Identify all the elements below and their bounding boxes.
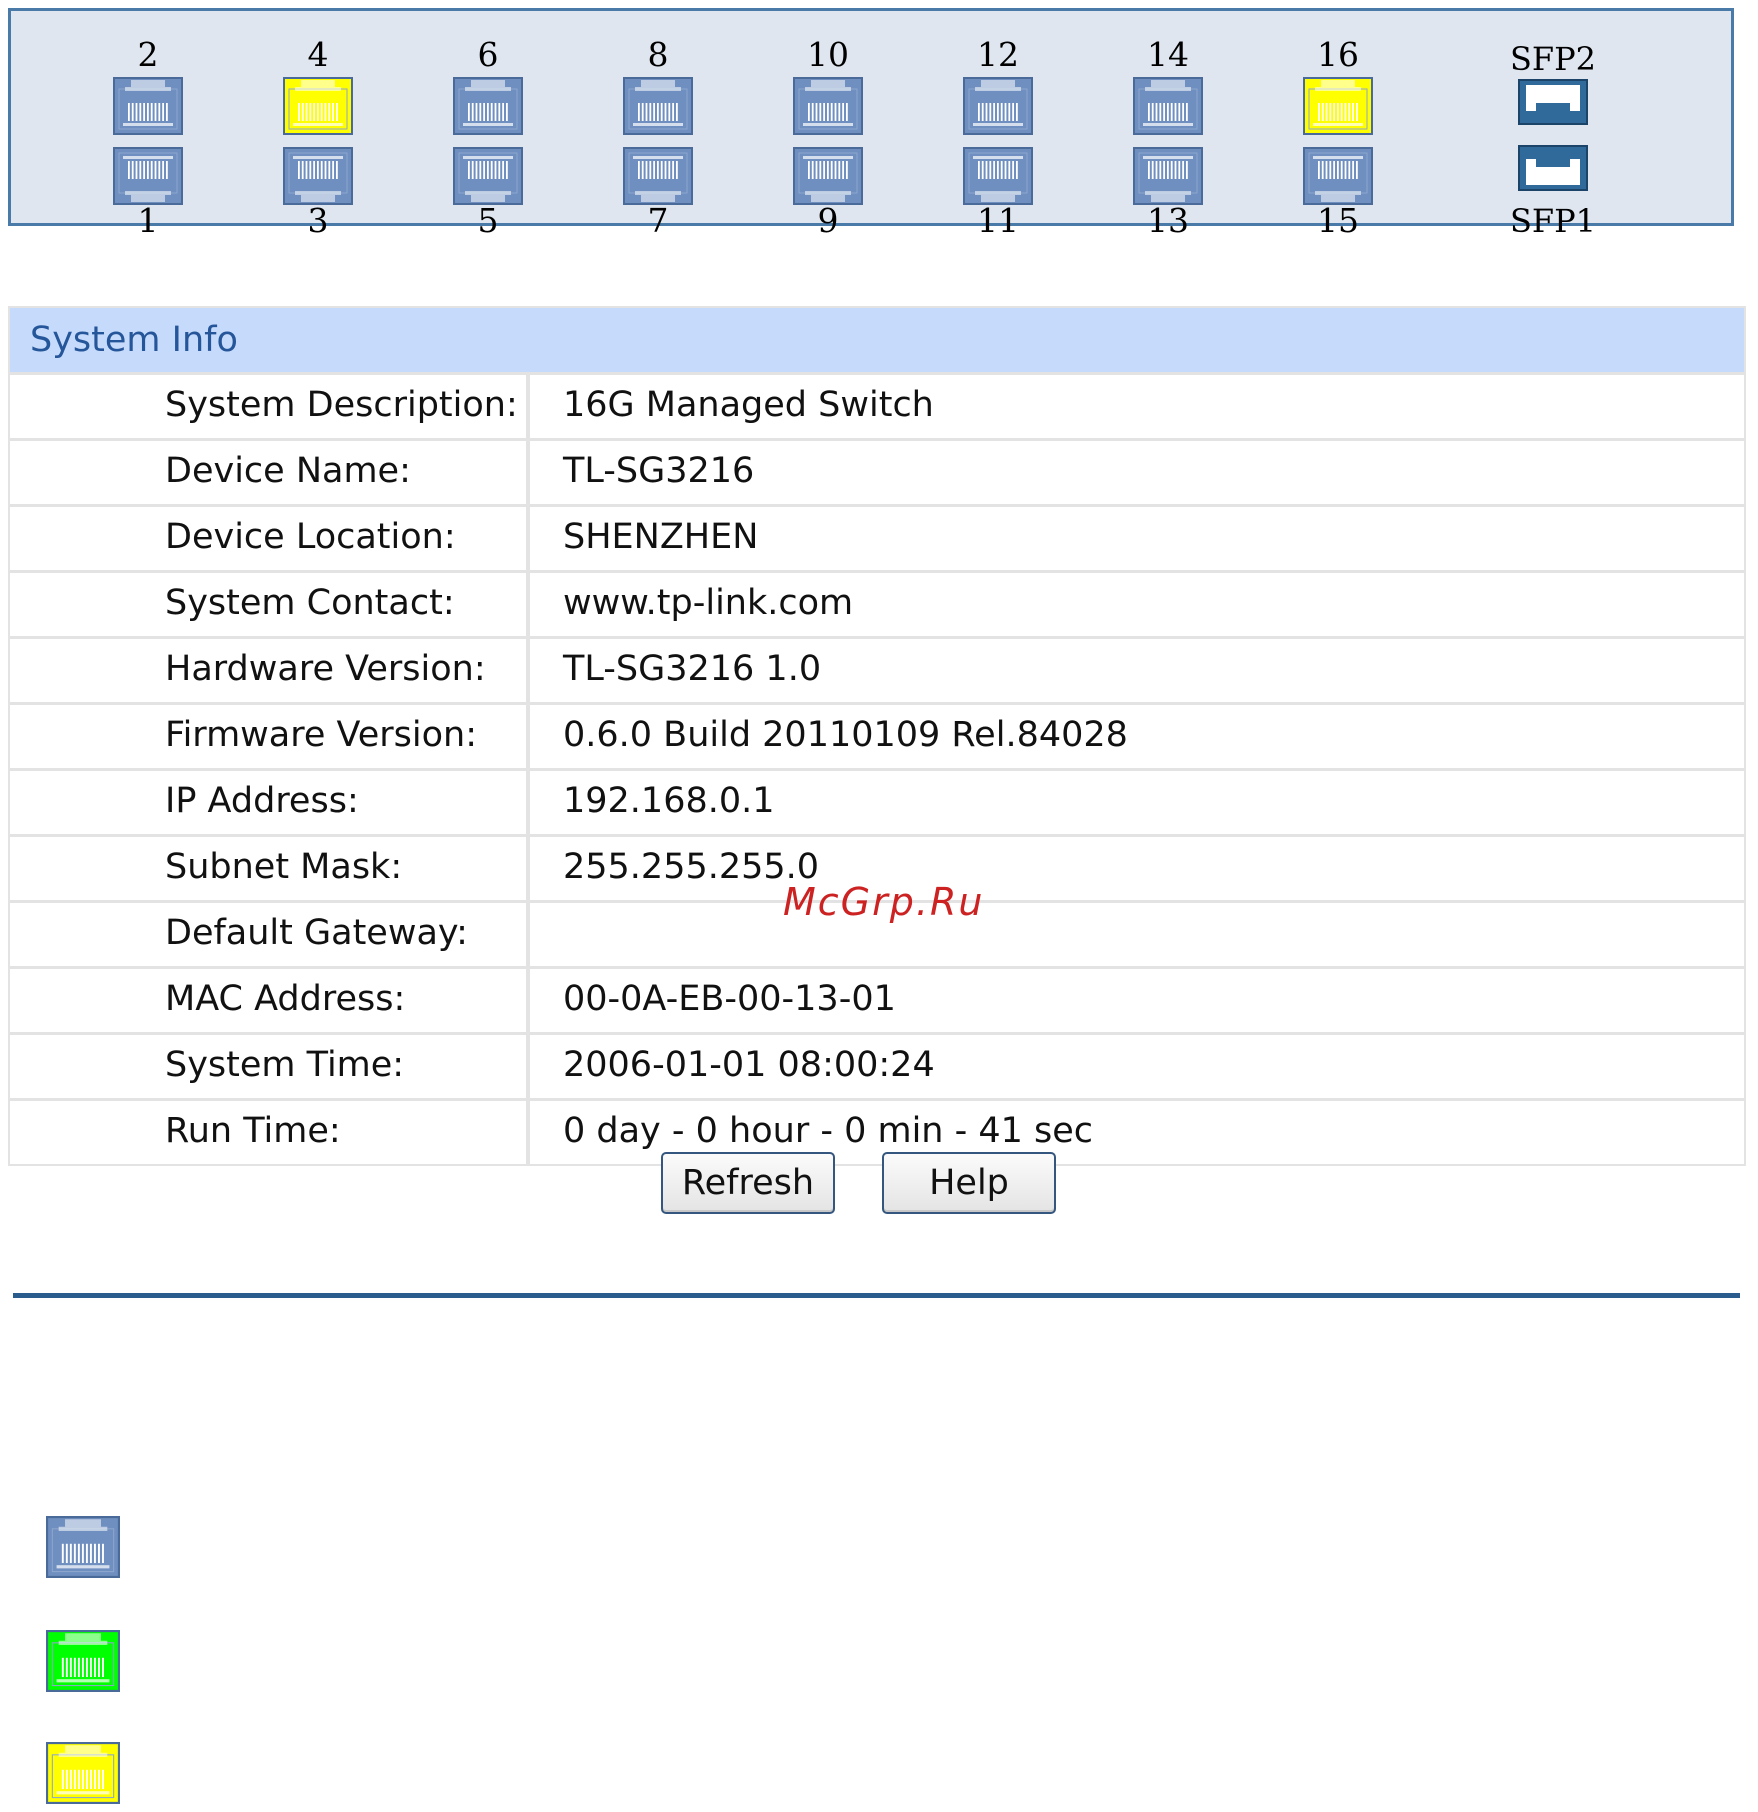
info-label: System Contact: <box>165 583 455 623</box>
ethernet-port-icon[interactable] <box>623 147 693 205</box>
info-value: 192.168.0.1 <box>563 781 775 821</box>
column-separator <box>526 705 530 768</box>
port-number-label: 1 <box>137 201 159 240</box>
column-separator <box>526 771 530 834</box>
port-column: 14 13 <box>1131 11 1205 239</box>
port-number-label: 10 <box>807 35 849 74</box>
info-label: Device Name: <box>165 451 411 491</box>
column-separator <box>526 969 530 1032</box>
port-number-label: 4 <box>307 35 329 74</box>
info-row: Hardware Version: TL-SG3216 1.0 <box>10 636 1744 702</box>
system-info-table: System Info System Description: 16G Manag… <box>8 306 1746 1166</box>
ethernet-port-icon[interactable] <box>283 77 353 135</box>
ethernet-port-icon[interactable] <box>623 77 693 135</box>
info-value: 16G Managed Switch <box>563 385 934 425</box>
port-column: 12 11 <box>961 11 1035 239</box>
ethernet-port-icon[interactable] <box>453 147 523 205</box>
port-number-label: 14 <box>1147 35 1189 74</box>
info-label: IP Address: <box>165 781 359 821</box>
port-number-label: 8 <box>647 35 669 74</box>
port-linked-1000m-icon <box>46 1630 120 1692</box>
ethernet-port-icon[interactable] <box>1303 147 1373 205</box>
ethernet-port-icon[interactable] <box>793 77 863 135</box>
column-separator <box>526 837 530 900</box>
ethernet-port-icon[interactable] <box>283 147 353 205</box>
sfp1-label: SFP1 <box>1509 202 1596 240</box>
info-row: System Contact: www.tp-link.com <box>10 570 1744 636</box>
info-row: Run Time: 0 day - 0 hour - 0 min - 41 sec <box>10 1098 1744 1164</box>
info-label: Firmware Version: <box>165 715 478 755</box>
port-number-label: 13 <box>1147 201 1189 240</box>
port-number-label: 7 <box>647 201 669 240</box>
column-separator <box>526 903 530 966</box>
info-value: www.tp-link.com <box>563 583 854 623</box>
info-value: SHENZHEN <box>563 517 759 557</box>
sfp1-port-icon[interactable] <box>1518 145 1588 191</box>
ethernet-port-icon[interactable] <box>793 147 863 205</box>
info-value: 0.6.0 Build 20110109 Rel.84028 <box>563 715 1128 755</box>
info-value: TL-SG3216 1.0 <box>563 649 822 689</box>
sfp2-port-icon[interactable] <box>1518 79 1588 125</box>
column-separator <box>526 639 530 702</box>
port-number-label: 6 <box>477 35 499 74</box>
port-number-label: 16 <box>1317 35 1359 74</box>
port-status-panel: 2 14 36 58 7 10 9 12 11 14 13 16 15 SFP2… <box>8 8 1734 239</box>
info-value: 255.255.255.0 <box>563 847 820 887</box>
port-linked-100m-icon <box>46 1742 120 1804</box>
port-number-label: 5 <box>477 201 499 240</box>
sfp2-label: SFP2 <box>1509 40 1596 78</box>
info-row: Firmware Version: 0.6.0 Build 20110109 Re… <box>10 702 1744 768</box>
info-label: Subnet Mask: <box>165 847 403 887</box>
ethernet-port-icon[interactable] <box>453 77 523 135</box>
port-number-label: 9 <box>817 201 839 240</box>
info-value: 2006-01-01 08:00:24 <box>563 1045 935 1085</box>
column-separator <box>526 573 530 636</box>
ethernet-port-icon[interactable] <box>963 77 1033 135</box>
info-value: 00-0A-EB-00-13-01 <box>563 979 896 1019</box>
info-label: System Description: <box>165 385 518 425</box>
port-number-label: 3 <box>307 201 329 240</box>
section-divider <box>13 1293 1740 1298</box>
ethernet-port-icon[interactable] <box>113 147 183 205</box>
column-separator <box>526 375 530 438</box>
column-separator <box>526 441 530 504</box>
refresh-button[interactable]: Refresh <box>661 1152 835 1214</box>
port-column: 10 9 <box>791 11 865 239</box>
column-separator <box>526 507 530 570</box>
ethernet-port-icon[interactable] <box>1133 77 1203 135</box>
column-separator <box>526 1101 530 1164</box>
column-separator <box>526 1035 530 1098</box>
help-button[interactable]: Help <box>882 1152 1056 1214</box>
info-value: TL-SG3216 <box>563 451 755 491</box>
ethernet-port-icon[interactable] <box>1133 147 1203 205</box>
port-column: 6 5 <box>451 11 525 239</box>
info-row: MAC Address: 00-0A-EB-00-13-01 <box>10 966 1744 1032</box>
info-row: System Description: 16G Managed Switch <box>10 372 1744 438</box>
info-label: System Time: <box>165 1045 405 1085</box>
port-number-label: 2 <box>137 35 159 74</box>
info-label: Run Time: <box>165 1111 341 1151</box>
ethernet-port-icon[interactable] <box>113 77 183 135</box>
port-column: 8 7 <box>621 11 695 239</box>
port-number-label: 11 <box>977 201 1019 240</box>
info-label: Hardware Version: <box>165 649 486 689</box>
info-row: System Time: 2006-01-01 08:00:24 <box>10 1032 1744 1098</box>
port-unlinked-icon <box>46 1516 120 1578</box>
system-info-title: System Info <box>10 308 1744 372</box>
port-number-label: 12 <box>977 35 1019 74</box>
info-row: Device Location: SHENZHEN <box>10 504 1744 570</box>
info-row: IP Address: 192.168.0.1 <box>10 768 1744 834</box>
ethernet-port-icon[interactable] <box>963 147 1033 205</box>
ethernet-port-icon[interactable] <box>1303 77 1373 135</box>
info-label: Default Gateway: <box>165 913 468 953</box>
info-label: Device Location: <box>165 517 456 557</box>
info-label: MAC Address: <box>165 979 406 1019</box>
port-column: 2 1 <box>111 11 185 239</box>
port-column: 4 3 <box>281 11 355 239</box>
port-column: 16 15 <box>1301 11 1375 239</box>
watermark-text: McGrp.Ru <box>783 880 985 924</box>
port-number-label: 15 <box>1317 201 1359 240</box>
info-row: Device Name: TL-SG3216 <box>10 438 1744 504</box>
